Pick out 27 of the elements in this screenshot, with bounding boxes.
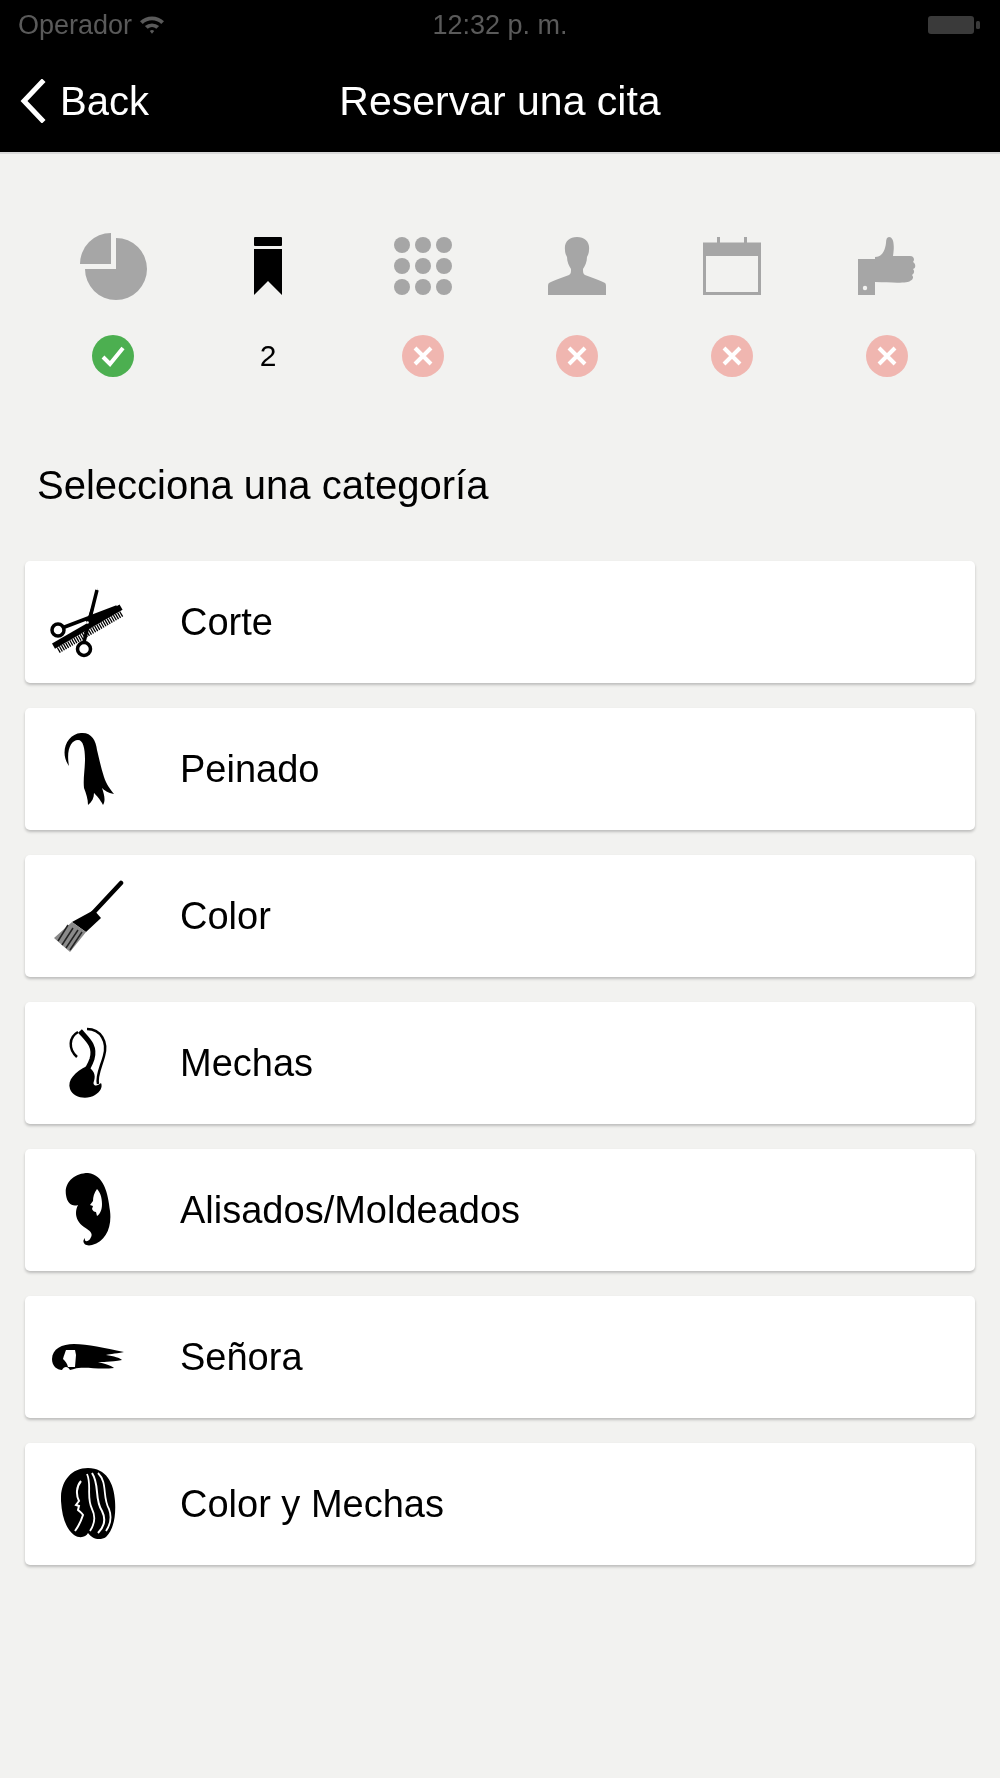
dye-brush-icon (52, 879, 124, 953)
windblown-hair-icon (52, 1343, 124, 1371)
carrier-name: Operador (18, 9, 133, 41)
step-number: 2 (259, 339, 277, 373)
category-item[interactable]: Alisados/Moldeados (25, 1149, 975, 1271)
back-button[interactable]: Back (0, 71, 149, 131)
wifi-icon (140, 16, 165, 34)
cross-circle-icon (556, 335, 599, 377)
woman-silhouette-icon (65, 1173, 111, 1247)
hair-strand-icon (67, 1026, 109, 1100)
battery-icon (928, 16, 980, 34)
category-item[interactable]: Color y Mechas (25, 1443, 975, 1565)
screen-title: Reservar una cita (339, 77, 661, 125)
category-item[interactable]: Peinado (25, 708, 975, 830)
cross-circle-icon (401, 335, 444, 377)
long-hair-icon (60, 1467, 116, 1541)
category-item[interactable]: Señora (25, 1296, 975, 1418)
back-chevron-icon (20, 79, 46, 123)
category-item[interactable]: Corte (25, 561, 975, 683)
section-heading: Selecciona una categoría (37, 462, 490, 508)
scissors-comb-icon (50, 586, 126, 658)
category-item[interactable]: Color (25, 855, 975, 977)
category-item[interactable]: Mechas (25, 1002, 975, 1124)
cross-circle-icon (711, 335, 753, 377)
status-time: 12:32 p. m. (432, 9, 568, 41)
cross-circle-icon (865, 335, 908, 377)
check-circle-icon (92, 335, 135, 377)
